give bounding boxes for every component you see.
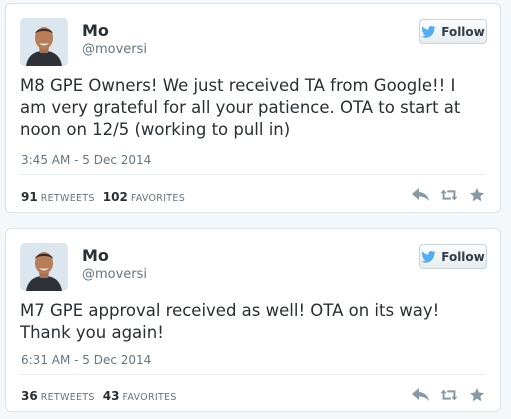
retweets-count[interactable]: 36	[21, 389, 38, 403]
author-name[interactable]: Mo	[82, 246, 109, 265]
tweet-text: M7 GPE approval received as well! OTA on…	[20, 301, 440, 342]
retweets-count[interactable]: 91	[21, 190, 38, 204]
avatar[interactable]	[20, 18, 68, 66]
follow-label: Follow	[441, 24, 485, 39]
divider	[20, 174, 486, 175]
tweet-stats: 91 RETWEETS 102 FAVORITES	[21, 190, 193, 204]
tweet-card: Mo @moversi Follow M7 GPE approval recei…	[5, 228, 501, 412]
follow-label: Follow	[441, 249, 485, 264]
divider	[20, 374, 486, 375]
author-handle[interactable]: @moversi	[82, 42, 147, 57]
tweet-card: Mo @moversi Follow M8 GPE Owners! We jus…	[5, 3, 501, 213]
avatar[interactable]	[20, 243, 68, 291]
tweet-actions	[412, 386, 486, 404]
tweet-text: M8 GPE Owners! We just received TA from …	[20, 76, 461, 139]
favorites-label: FAVORITES	[122, 392, 177, 403]
retweet-icon[interactable]	[440, 386, 458, 404]
twitter-bird-icon	[421, 250, 436, 263]
favorite-star-icon[interactable]	[468, 386, 486, 404]
favorite-star-icon[interactable]	[468, 186, 486, 204]
tweet-actions	[412, 186, 486, 204]
favorites-count[interactable]: 43	[103, 389, 120, 403]
tweet-timestamp[interactable]: 6:31 AM - 5 Dec 2014	[21, 353, 151, 367]
retweets-label: RETWEETS	[40, 392, 95, 403]
favorites-label: FAVORITES	[130, 193, 186, 204]
tweet-stats: 36 RETWEETS 43 FAVORITES	[21, 389, 185, 403]
author-handle[interactable]: @moversi	[82, 267, 147, 282]
follow-button[interactable]: Follow	[419, 244, 487, 269]
twitter-bird-icon	[421, 25, 436, 38]
follow-button[interactable]: Follow	[419, 19, 487, 44]
author-name[interactable]: Mo	[82, 21, 109, 40]
tweet-timestamp[interactable]: 3:45 AM - 5 Dec 2014	[21, 153, 151, 167]
retweets-label: RETWEETS	[40, 193, 95, 204]
reply-icon[interactable]	[412, 386, 430, 404]
reply-icon[interactable]	[412, 186, 430, 204]
retweet-icon[interactable]	[440, 186, 458, 204]
favorites-count[interactable]: 102	[103, 190, 128, 204]
